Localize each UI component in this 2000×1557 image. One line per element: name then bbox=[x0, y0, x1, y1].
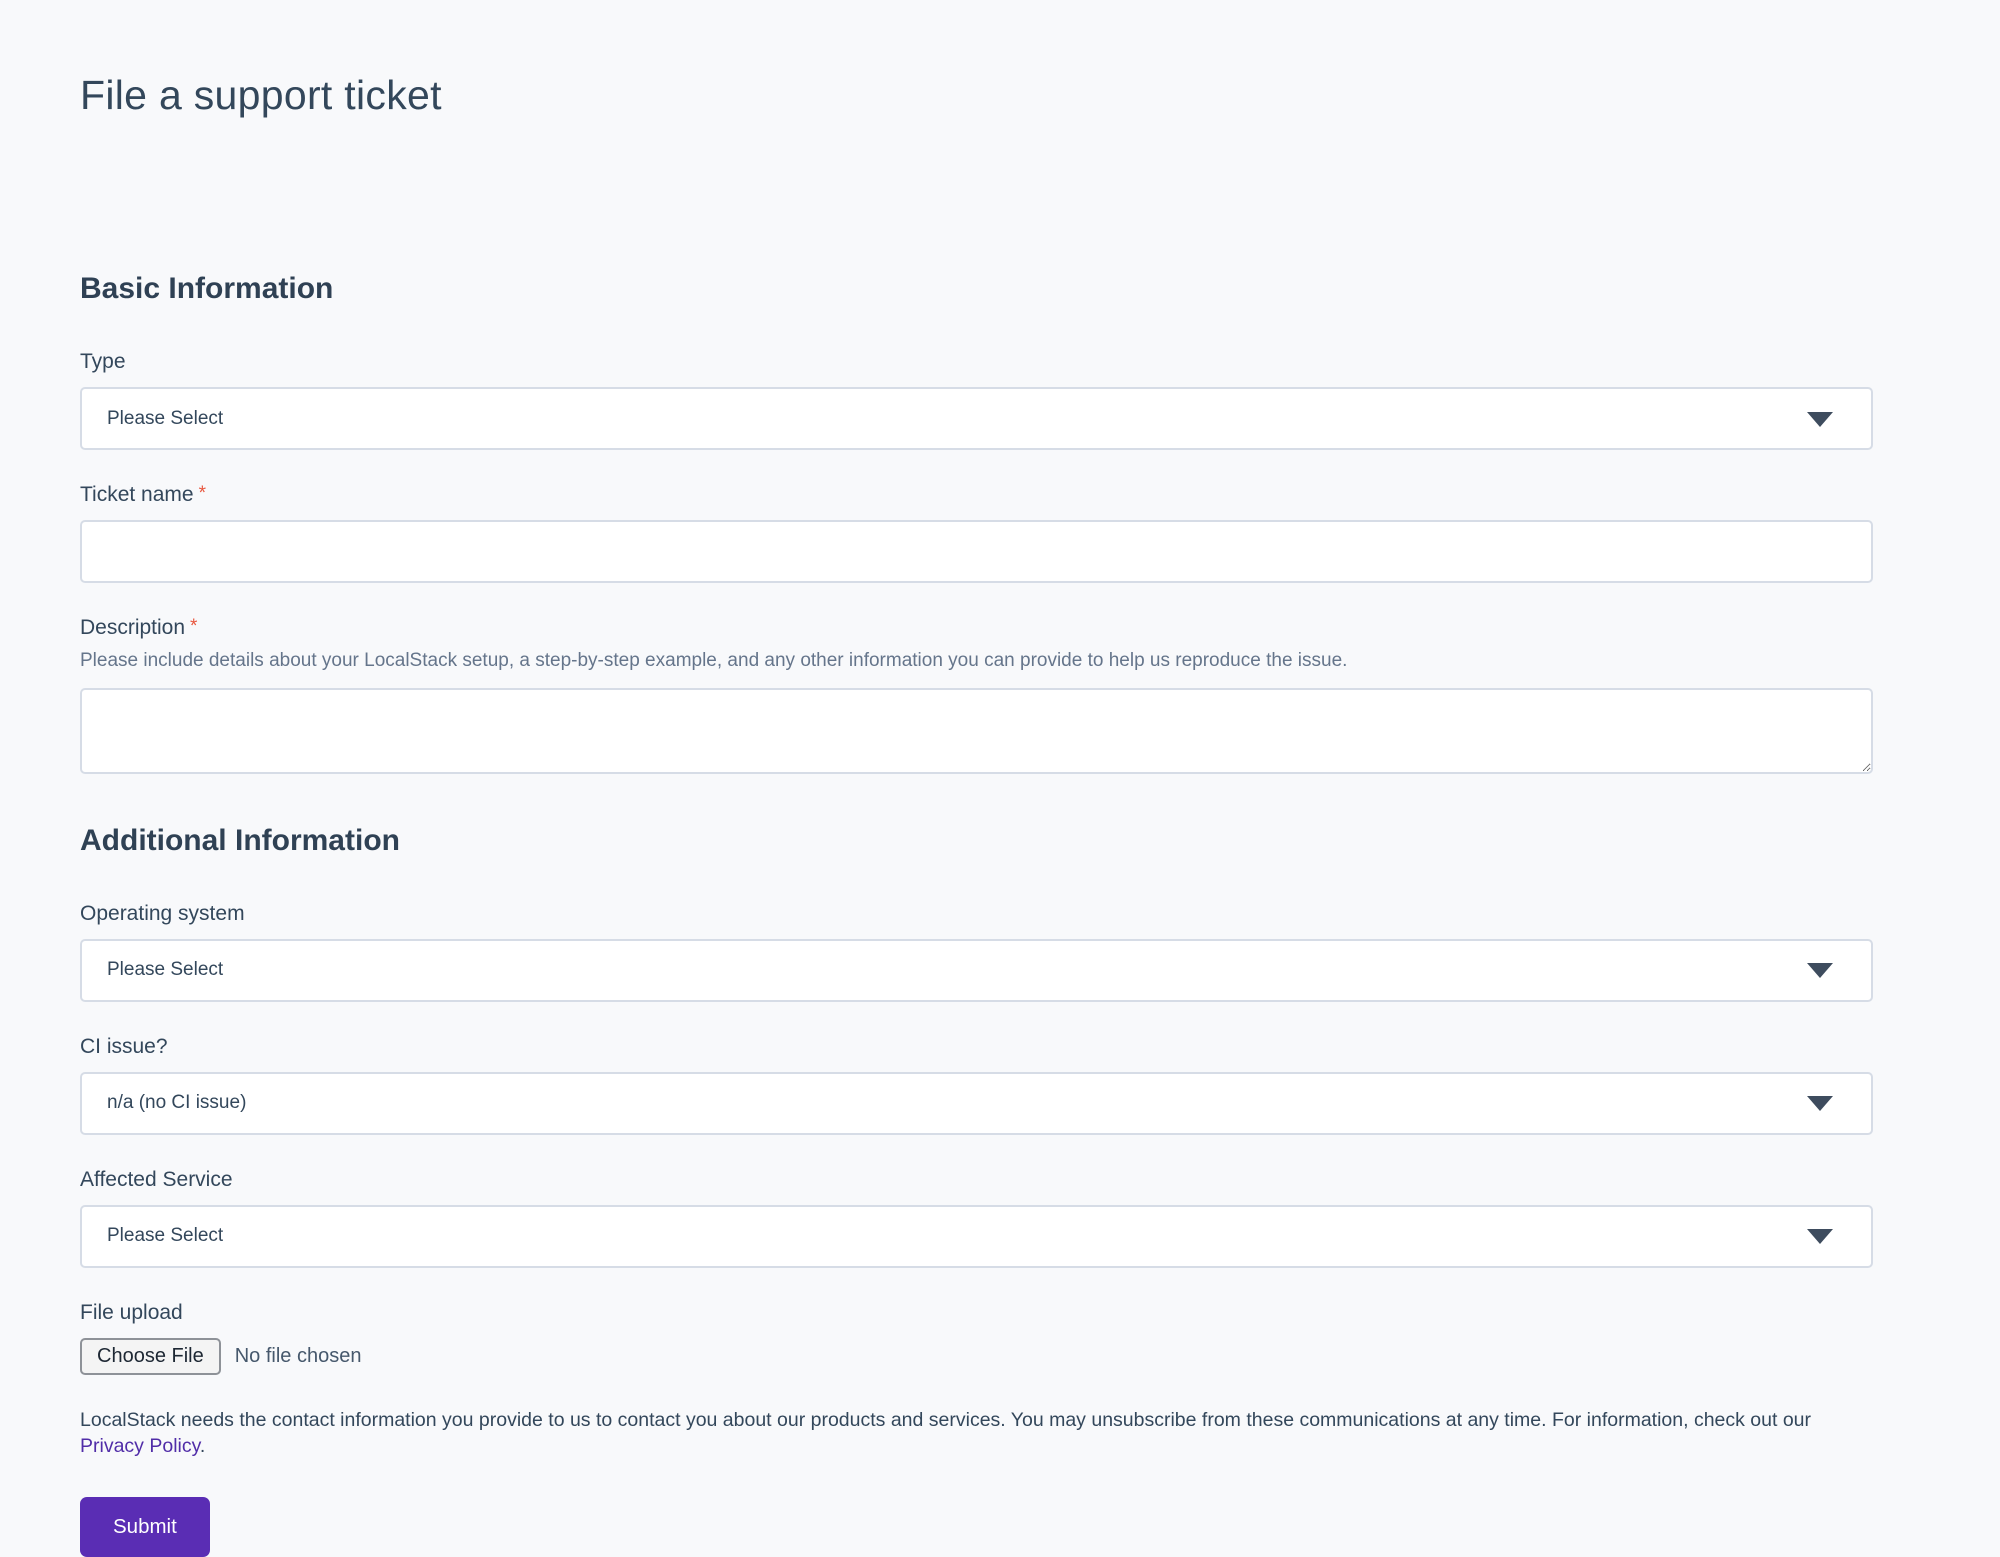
type-label: Type bbox=[80, 350, 1873, 374]
chevron-down-icon bbox=[1807, 412, 1833, 427]
affected-service-select[interactable]: Please Select bbox=[80, 1205, 1873, 1268]
chevron-down-icon bbox=[1807, 963, 1833, 978]
ticket-name-label: Ticket name* bbox=[80, 483, 1873, 507]
chevron-down-icon bbox=[1807, 1096, 1833, 1111]
affected-service-label: Affected Service bbox=[80, 1168, 1873, 1192]
chevron-down-icon bbox=[1807, 1229, 1833, 1244]
required-asterisk: * bbox=[190, 616, 197, 637]
support-ticket-page: File a support ticket Basic Information … bbox=[0, 0, 2000, 1505]
ci-issue-select[interactable]: n/a (no CI issue) bbox=[80, 1072, 1873, 1135]
field-description: Description* Please include details abou… bbox=[80, 616, 1873, 774]
description-help-text: Please include details about your LocalS… bbox=[80, 648, 1873, 674]
file-upload-label: File upload bbox=[80, 1301, 1873, 1325]
privacy-notice: LocalStack needs the contact information… bbox=[80, 1407, 1873, 1460]
file-upload-row: Choose File No file chosen bbox=[80, 1338, 1873, 1375]
choose-file-button[interactable]: Choose File bbox=[80, 1338, 221, 1375]
operating-system-label: Operating system bbox=[80, 902, 1873, 926]
section-heading-basic-information: Basic Information bbox=[80, 272, 1873, 306]
support-ticket-form: Basic Information Type Please Select Tic… bbox=[80, 272, 1873, 1557]
field-operating-system: Operating system Please Select bbox=[80, 902, 1873, 1002]
privacy-notice-suffix: . bbox=[200, 1435, 205, 1457]
ticket-name-input[interactable] bbox=[80, 520, 1873, 583]
required-asterisk: * bbox=[199, 483, 206, 504]
page-title: File a support ticket bbox=[80, 72, 1873, 119]
operating-system-select-value: Please Select bbox=[107, 959, 223, 981]
privacy-policy-link[interactable]: Privacy Policy bbox=[80, 1435, 200, 1457]
submit-button[interactable]: Submit bbox=[80, 1497, 210, 1557]
section-heading-additional-information: Additional Information bbox=[80, 824, 1873, 858]
affected-service-select-value: Please Select bbox=[107, 1225, 223, 1247]
description-label-text: Description bbox=[80, 616, 185, 639]
description-label: Description* bbox=[80, 616, 1873, 640]
type-select-value: Please Select bbox=[107, 408, 223, 430]
operating-system-select[interactable]: Please Select bbox=[80, 939, 1873, 1002]
file-upload-status: No file chosen bbox=[235, 1345, 362, 1368]
field-type: Type Please Select bbox=[80, 350, 1873, 450]
field-ticket-name: Ticket name* bbox=[80, 483, 1873, 583]
ci-issue-label: CI issue? bbox=[80, 1035, 1873, 1059]
ci-issue-select-value: n/a (no CI issue) bbox=[107, 1092, 246, 1114]
field-affected-service: Affected Service Please Select bbox=[80, 1168, 1873, 1268]
type-select[interactable]: Please Select bbox=[80, 387, 1873, 450]
description-textarea[interactable] bbox=[80, 688, 1873, 774]
privacy-notice-text: LocalStack needs the contact information… bbox=[80, 1409, 1811, 1431]
ticket-name-label-text: Ticket name bbox=[80, 483, 194, 506]
field-file-upload: File upload Choose File No file chosen bbox=[80, 1301, 1873, 1375]
field-ci-issue: CI issue? n/a (no CI issue) bbox=[80, 1035, 1873, 1135]
